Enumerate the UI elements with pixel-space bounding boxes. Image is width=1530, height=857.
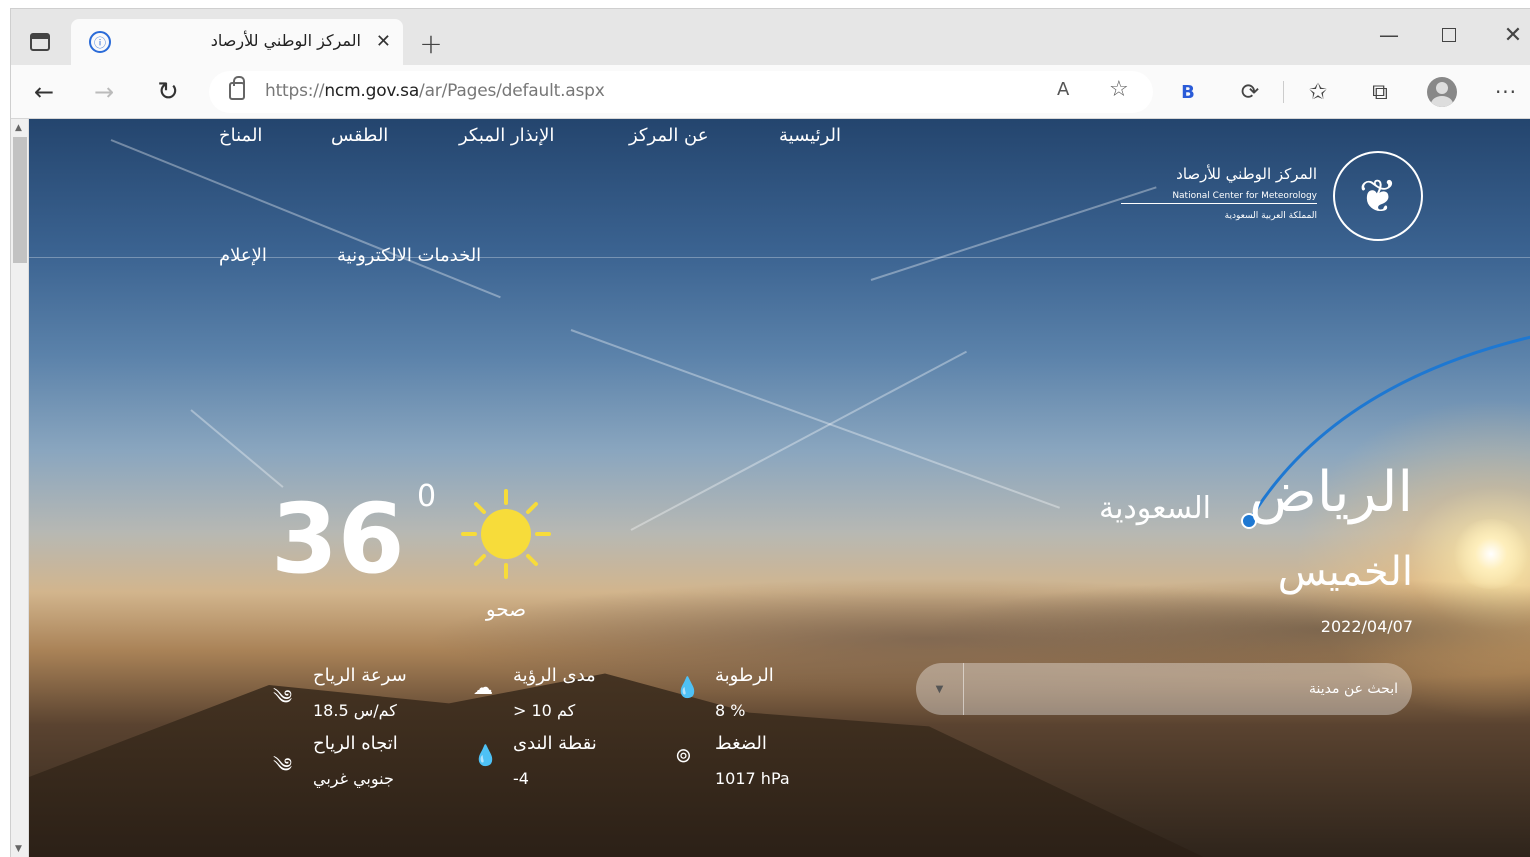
web-page: ▲ ▼ الرئيسية عن المركز الإنذار المبكر ال… (11, 119, 1530, 857)
tab-close-icon[interactable]: ✕ (376, 31, 391, 52)
read-aloud-icon[interactable]: A (1057, 79, 1069, 100)
tab-title: المركز الوطني للأرصاد (210, 31, 361, 50)
sun-icon (461, 489, 551, 579)
pressure-icon: ⊚ (675, 743, 692, 767)
visibility-value: > 10 كم (513, 701, 576, 720)
add-favorite-icon[interactable]: ☆ (1109, 77, 1129, 102)
url-text[interactable]: https://ncm.gov.sa/ar/Pages/default.aspx (265, 81, 605, 101)
site-favicon-icon: ⓘ (89, 31, 111, 53)
active-tab[interactable]: ⓘ المركز الوطني للأرصاد ✕ (71, 19, 403, 65)
contrail (870, 186, 1157, 281)
humidity-value: 8 % (715, 701, 746, 720)
minimize-button[interactable]: — (1375, 21, 1403, 49)
dew-point-value: -4 (513, 769, 529, 788)
nav-early-warning[interactable]: الإنذار المبكر (459, 125, 554, 146)
chevron-down-icon[interactable]: ▼ (916, 663, 964, 715)
avatar (1427, 77, 1457, 107)
nav-eservices[interactable]: الخدمات الالكترونية (337, 245, 481, 266)
wind-direction-label: اتجاه الرياح (313, 733, 398, 754)
nav-weather[interactable]: الطقس (331, 125, 388, 146)
city-search: ▼ (916, 663, 1412, 715)
contrail (570, 329, 1060, 509)
scroll-up-icon[interactable]: ▲ (15, 123, 22, 133)
more-menu-button[interactable]: ··· (1489, 75, 1523, 109)
contrail (110, 139, 501, 299)
close-window-button[interactable]: ✕ (1499, 21, 1527, 49)
new-tab-button[interactable]: + (415, 27, 447, 60)
date-text: 2022/04/07 (1320, 617, 1413, 636)
pressure-label: الضغط (715, 733, 767, 754)
forward-button[interactable]: → (87, 75, 121, 109)
lock-icon[interactable] (229, 76, 245, 100)
city-name: الرياض (1249, 460, 1413, 525)
nav-climate[interactable]: المناخ (219, 125, 262, 146)
nav-home[interactable]: الرئيسية (779, 125, 841, 146)
tab-strip: ⓘ المركز الوطني للأرصاد ✕ + — ✕ (11, 9, 1530, 65)
dew-point-label: نقطة الندى (513, 733, 597, 754)
wind-icon: ༄ (273, 685, 293, 709)
extension-puzzle-icon[interactable]: ⟳ (1233, 75, 1267, 109)
org-subtitle: المملكة العربية السعودية (1224, 211, 1317, 221)
ncm-logo[interactable]: ❦ (1333, 151, 1423, 241)
browser-toolbar: ← → ↻ https://ncm.gov.sa/ar/Pages/defaul… (11, 65, 1530, 119)
nav-divider (29, 257, 1530, 258)
extension-icon[interactable]: B (1171, 75, 1205, 109)
profile-button[interactable] (1425, 75, 1459, 109)
city-search-input[interactable] (968, 673, 1398, 705)
weather-condition: صحو (485, 597, 527, 621)
wind-speed-value: 18.5 كم/س (313, 701, 397, 720)
dew-drop-icon: 💧 (473, 743, 498, 767)
scroll-down-icon[interactable]: ▼ (15, 844, 22, 854)
nav-about[interactable]: عن المركز (629, 125, 709, 146)
contrail (190, 409, 284, 488)
maximize-icon (1442, 28, 1456, 42)
humidity-label: الرطوبة (715, 665, 774, 686)
nav-media[interactable]: الإعلام (219, 245, 267, 266)
browser-window: ⓘ المركز الوطني للأرصاد ✕ + — ✕ ← → ↻ ht… (10, 8, 1530, 857)
wind-direction-value: جنوبي غربي (313, 769, 394, 788)
day-name: الخميس (1277, 549, 1413, 595)
favorites-icon[interactable]: ✩ (1301, 75, 1335, 109)
collections-icon[interactable]: ⧉ (1363, 75, 1397, 109)
wind-speed-label: سرعة الرياح (313, 665, 407, 686)
temperature-unit: 0 (417, 479, 437, 514)
cloud-icon: ☁ (473, 675, 493, 699)
scroll-thumb[interactable] (13, 137, 27, 263)
tab-actions-icon[interactable] (25, 27, 55, 57)
org-name-en: National Center for Meteorology (1121, 191, 1317, 204)
page-scrollbar[interactable]: ▲ ▼ (11, 119, 29, 857)
visibility-label: مدى الرؤية (513, 665, 596, 686)
org-name-ar: المركز الوطني للأرصاد (1176, 165, 1317, 183)
address-bar[interactable]: https://ncm.gov.sa/ar/Pages/default.aspx… (209, 71, 1153, 113)
pressure-value: 1017 hPa (715, 769, 790, 788)
back-button[interactable]: ← (27, 75, 61, 109)
toolbar-divider (1283, 81, 1284, 103)
humidity-icon: 💧 (675, 675, 700, 699)
contrail (630, 350, 967, 531)
temperature-value: 36 (271, 483, 405, 595)
reload-button[interactable]: ↻ (151, 75, 185, 109)
country-name: السعودية (1098, 491, 1211, 526)
maximize-button[interactable] (1435, 21, 1463, 49)
wind-direction-icon: ༄ (273, 753, 293, 777)
palm-emblem-icon: ❦ (1358, 169, 1398, 223)
